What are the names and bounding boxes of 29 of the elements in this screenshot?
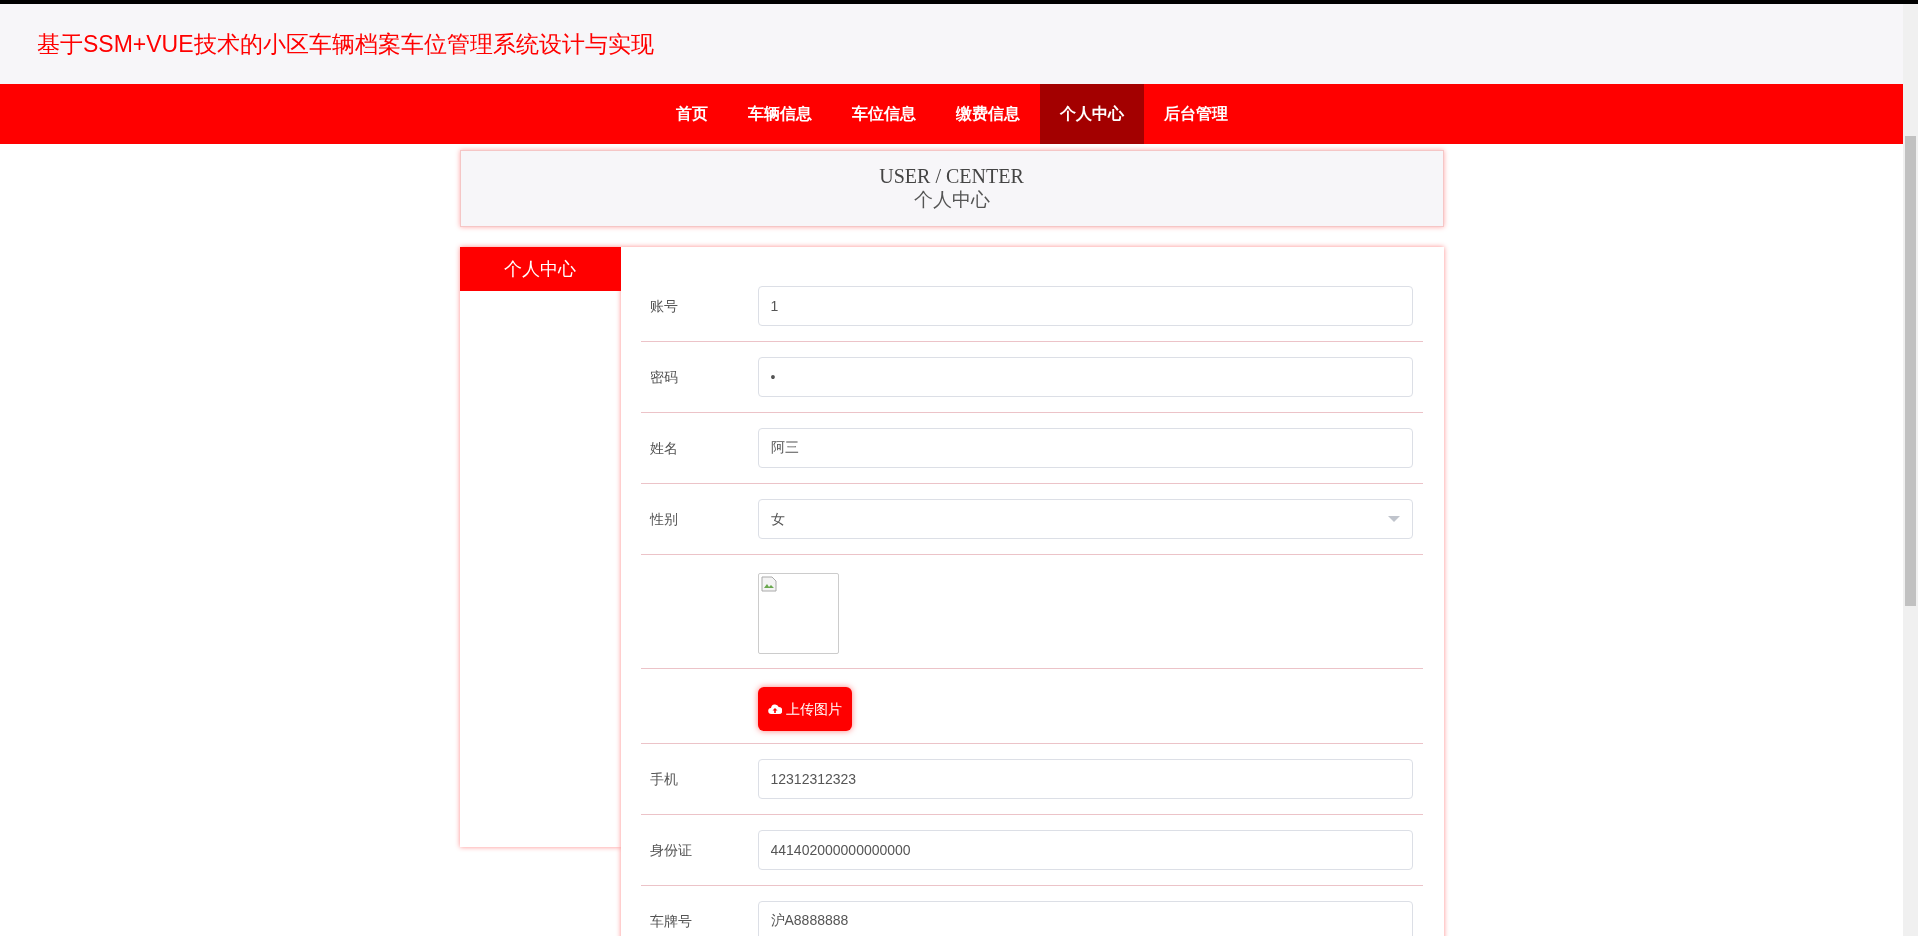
nav-item[interactable]: 后台管理 <box>1143 84 1248 144</box>
page-heading-title: 个人中心 <box>913 188 990 213</box>
field-label: 姓名 <box>649 439 678 456</box>
nav-item[interactable]: 车辆信息 <box>727 84 832 144</box>
scrollbar[interactable] <box>1903 4 1918 936</box>
sidebar-title: 个人中心 <box>459 247 621 291</box>
nav-item[interactable]: 缴费信息 <box>935 84 1040 144</box>
field-label: 性别 <box>649 510 678 527</box>
field-label: 手机 <box>649 770 678 787</box>
nav-item[interactable]: 首页 <box>655 84 728 144</box>
gender-select[interactable]: 女 <box>757 499 1413 539</box>
field-label: 车牌号 <box>649 912 692 929</box>
page-heading-english: USER / CENTER <box>879 164 1024 189</box>
nav-item[interactable]: 车位信息 <box>831 84 936 144</box>
field-label: 身份证 <box>649 841 692 858</box>
input-field[interactable]: 阿三 <box>757 428 1413 468</box>
input-field[interactable]: 441402000000000000 <box>757 830 1413 870</box>
field-label: 密码 <box>649 368 678 385</box>
cloud-upload-icon <box>767 703 782 715</box>
site-title: 基于SSM+VUE技术的小区车辆档案车位管理系统设计与实现 <box>37 29 654 59</box>
input-field[interactable]: 1 <box>757 286 1413 326</box>
nav-item[interactable]: 个人中心 <box>1039 84 1144 144</box>
input-field[interactable]: 12312312323 <box>757 759 1413 799</box>
input-field[interactable]: • <box>757 357 1413 397</box>
field-label: 账号 <box>649 297 678 314</box>
broken-image-icon <box>760 576 777 592</box>
scrollbar-thumb[interactable] <box>1905 136 1916 606</box>
upload-button[interactable]: 上传图片 <box>757 687 852 731</box>
input-field[interactable]: 沪A8888888 <box>757 901 1413 936</box>
